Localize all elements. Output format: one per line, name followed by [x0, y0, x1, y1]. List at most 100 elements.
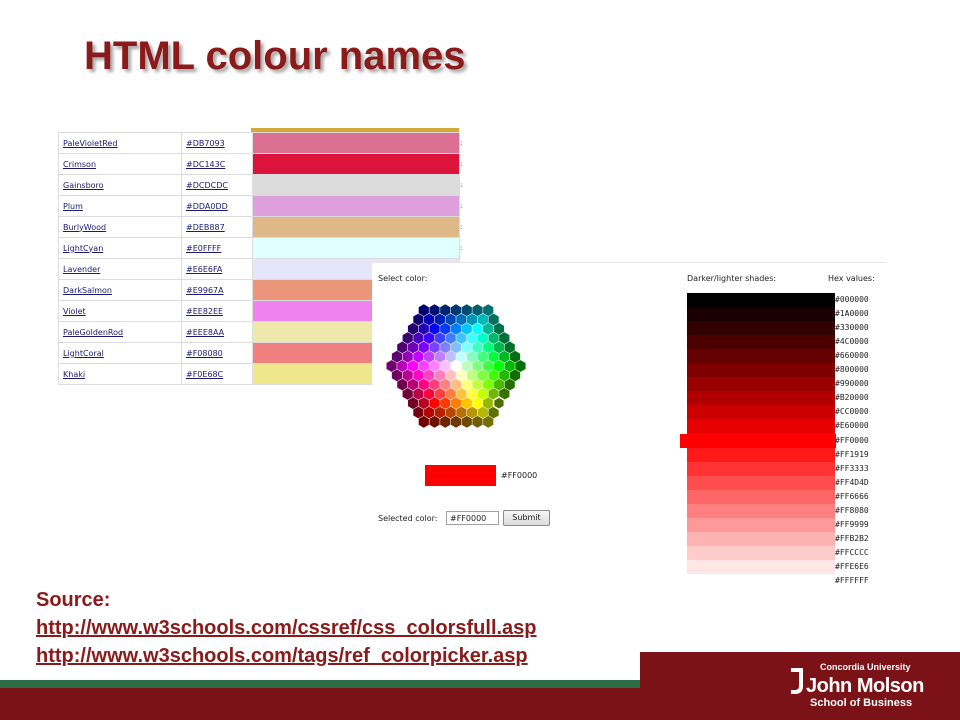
color-hexagon-cell[interactable] [472, 322, 483, 335]
shade-swatch[interactable] [687, 377, 835, 392]
color-hexagon-cell[interactable] [424, 350, 435, 363]
color-hexagon-cell[interactable] [461, 360, 472, 372]
color-hex-link[interactable]: #EE82EE [186, 307, 223, 316]
color-hexagon-cell[interactable] [456, 313, 467, 326]
color-hexagon-cell[interactable] [434, 406, 445, 419]
color-hexagon-cell[interactable] [424, 332, 435, 344]
color-hexagon-cell[interactable] [413, 332, 424, 344]
shade-swatch[interactable] [687, 559, 835, 574]
color-hexagon-cell[interactable] [499, 350, 510, 363]
submit-button[interactable]: Submit [503, 510, 550, 526]
shade-swatch[interactable] [687, 517, 835, 532]
shade-swatch[interactable] [687, 307, 835, 322]
color-hexagon-cell[interactable] [472, 341, 483, 354]
color-hexagon-cell[interactable] [450, 378, 462, 391]
color-hexagon-cell[interactable] [472, 415, 483, 428]
color-hexagon-cell[interactable] [413, 313, 424, 326]
color-hexagon-cell[interactable] [467, 369, 478, 382]
color-hexagon-cell[interactable] [472, 378, 483, 391]
color-hexagon-cell[interactable] [488, 369, 499, 382]
color-hexagon-cell[interactable] [450, 304, 462, 317]
color-hexagon-cell[interactable] [407, 360, 419, 372]
shade-swatch[interactable] [687, 405, 835, 420]
color-name-link[interactable]: PaleVioletRed [63, 139, 117, 148]
color-hexagon-cell[interactable] [445, 388, 456, 400]
color-name-link[interactable]: Violet [63, 307, 86, 316]
color-hexagon-cell[interactable] [397, 341, 408, 354]
color-name-link[interactable]: Gainsboro [63, 181, 104, 190]
color-hexagon-cell[interactable] [440, 378, 451, 391]
color-hexagon-cell[interactable] [445, 350, 456, 363]
color-hexagon-cell[interactable] [413, 388, 424, 400]
color-hexagon-cell[interactable] [418, 322, 429, 335]
color-hexagon-cell[interactable] [450, 415, 462, 428]
color-hexagon-cell[interactable] [467, 332, 478, 344]
color-hexagon-cell[interactable] [477, 332, 488, 344]
color-hexagon-cell[interactable] [424, 369, 435, 382]
color-hexagon-cell[interactable] [461, 415, 472, 428]
color-hex-link[interactable]: #F0E68C [186, 370, 223, 379]
color-hexagon-cell[interactable] [440, 415, 451, 428]
shade-swatch[interactable] [687, 363, 835, 378]
color-hexagon-cell[interactable] [440, 397, 451, 410]
color-hexagon-cell[interactable] [483, 341, 494, 354]
color-hex-link[interactable]: #DCDCDC [186, 181, 228, 190]
color-hexagon-cell[interactable] [429, 322, 440, 335]
color-hexagon-cell[interactable] [450, 397, 462, 410]
color-hexagon-cell[interactable] [477, 406, 488, 419]
color-hexagon-cell[interactable] [402, 388, 413, 400]
shade-swatch[interactable] [687, 489, 835, 504]
shade-swatch[interactable] [687, 573, 835, 588]
color-hexagon-cell[interactable] [407, 397, 419, 410]
color-hex-link[interactable]: #DB7093 [186, 139, 225, 148]
shade-swatch[interactable] [687, 391, 835, 406]
color-hex-link[interactable]: #F08080 [186, 349, 223, 358]
color-hexagon-cell[interactable] [402, 332, 413, 344]
color-hexagon-cell[interactable] [472, 304, 483, 317]
color-hex-link[interactable]: #DEB887 [186, 223, 225, 232]
color-hexagon-cell[interactable] [483, 397, 494, 410]
color-hexagon-cell[interactable] [509, 369, 521, 382]
color-hexagon-cell[interactable] [456, 388, 467, 400]
color-hexagon-cell[interactable] [440, 360, 451, 372]
color-hexagon-cell[interactable] [445, 406, 456, 419]
color-hexagon-cell[interactable] [440, 341, 451, 354]
color-hexagon-cell[interactable] [493, 322, 505, 335]
color-hexagon-cell[interactable] [461, 304, 472, 317]
color-hexagon-cell[interactable] [499, 369, 510, 382]
color-hexagon-cell[interactable] [413, 350, 424, 363]
color-name-link[interactable]: Plum [63, 202, 83, 211]
color-hexagon-cell[interactable] [467, 388, 478, 400]
color-hexagon-cell[interactable] [450, 360, 462, 372]
color-hexagon-cell[interactable] [386, 360, 397, 372]
color-hexagon-cell[interactable] [434, 350, 445, 363]
color-hexagon-cell[interactable] [445, 332, 456, 344]
color-hexagon-cell[interactable] [407, 322, 419, 335]
color-hexagon-cell[interactable] [504, 360, 515, 372]
color-hexagon-cell[interactable] [477, 388, 488, 400]
color-name-link[interactable]: Lavender [63, 265, 100, 274]
color-hexagon-cell[interactable] [418, 415, 429, 428]
color-hexagon-cell[interactable] [493, 360, 505, 372]
color-hexagon-cell[interactable] [434, 313, 445, 326]
color-hexagon-cell[interactable] [456, 332, 467, 344]
color-hexagon-cell[interactable] [391, 369, 403, 382]
shade-swatch[interactable] [687, 461, 835, 476]
color-hexagon-cell[interactable] [429, 397, 440, 410]
color-hexagon-cell[interactable] [424, 406, 435, 419]
shade-swatch[interactable] [687, 293, 835, 308]
color-hexagon-cell[interactable] [445, 369, 456, 382]
color-hexagon-cell[interactable] [461, 322, 472, 335]
color-hexagon-cell[interactable] [418, 304, 429, 317]
color-hexagon-cell[interactable] [456, 369, 467, 382]
color-hexagon-cell[interactable] [499, 332, 510, 344]
shade-swatch[interactable] [687, 475, 835, 490]
color-hexagon-cell[interactable] [429, 415, 440, 428]
color-hexagon-cell[interactable] [504, 378, 515, 391]
color-name-link[interactable]: BurlyWood [63, 223, 106, 232]
color-hexagon-cell[interactable] [472, 360, 483, 372]
color-hexagon-cell[interactable] [407, 341, 419, 354]
color-hexagon-cell[interactable] [483, 378, 494, 391]
color-hexagon-cell[interactable] [515, 360, 526, 372]
color-hexagon-cell[interactable] [493, 378, 505, 391]
